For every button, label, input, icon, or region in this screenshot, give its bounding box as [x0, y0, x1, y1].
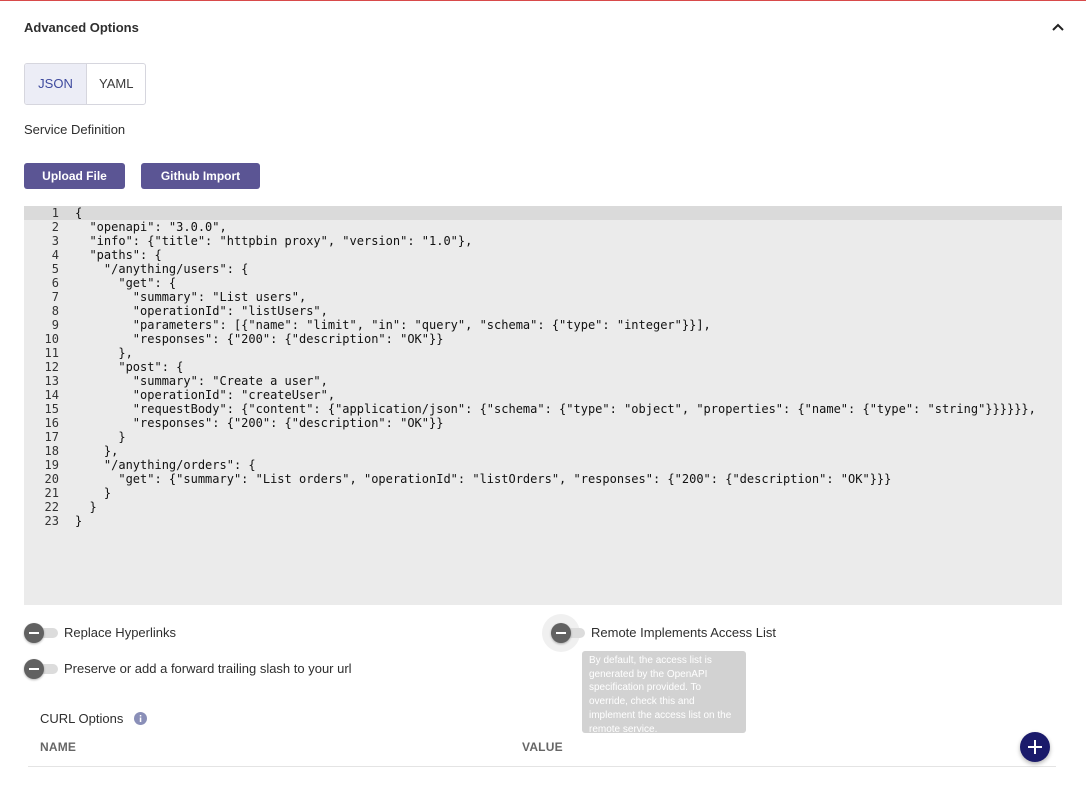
info-icon[interactable]: [134, 712, 147, 725]
line-number: 3: [51, 234, 59, 248]
code-line[interactable]: 23}: [24, 514, 1062, 528]
code-line[interactable]: 8 "operationId": "listUsers",: [24, 304, 1062, 318]
line-number: 5: [51, 262, 59, 276]
code-text: }: [75, 500, 97, 514]
tab-json[interactable]: JSON: [25, 64, 86, 104]
line-number: 17: [44, 430, 59, 444]
access-list-tooltip: By default, the access list is generated…: [582, 651, 746, 735]
code-text: }: [75, 486, 112, 500]
line-number: 19: [44, 458, 59, 472]
code-line[interactable]: 6 "get": {: [24, 276, 1062, 290]
section-title: Advanced Options: [24, 20, 139, 35]
column-header-name: NAME: [40, 740, 77, 754]
line-number: 6: [51, 276, 59, 290]
code-line[interactable]: 17 }: [24, 430, 1062, 444]
code-line[interactable]: 13 "summary": "Create a user",: [24, 374, 1062, 388]
code-text: "post": {: [75, 360, 184, 374]
code-line[interactable]: 15 "requestBody": {"content": {"applicat…: [24, 402, 1062, 416]
line-number: 7: [51, 290, 59, 304]
line-number: 14: [44, 388, 59, 402]
curl-options-label: CURL Options: [40, 711, 124, 726]
line-number: 9: [51, 318, 59, 332]
code-text: "info": {"title": "httpbin proxy", "vers…: [75, 234, 473, 248]
code-line[interactable]: 14 "operationId": "createUser",: [24, 388, 1062, 402]
format-toggle: JSON YAML: [24, 63, 146, 105]
code-text: },: [75, 444, 119, 458]
line-number: 12: [44, 360, 59, 374]
code-text: "openapi": "3.0.0",: [75, 220, 227, 234]
code-line[interactable]: 4 "paths": {: [24, 248, 1062, 262]
toggle-knob: [551, 623, 571, 643]
code-text: "get": {: [75, 276, 177, 290]
line-number: 16: [44, 416, 59, 430]
tab-yaml[interactable]: YAML: [86, 64, 145, 104]
code-text: },: [75, 346, 133, 360]
line-number: 1: [51, 206, 59, 220]
table-divider: [28, 766, 1056, 767]
code-text: "operationId": "createUser",: [75, 388, 336, 402]
code-line[interactable]: 22 }: [24, 500, 1062, 514]
github-import-button[interactable]: Github Import: [141, 163, 260, 189]
plus-icon: [1028, 740, 1042, 754]
replace-hyperlinks-label: Replace Hyperlinks: [64, 625, 176, 640]
code-text: "responses": {"200": {"description": "OK…: [75, 416, 444, 430]
remote-access-list-toggle[interactable]: [551, 623, 585, 643]
code-line[interactable]: 10 "responses": {"200": {"description": …: [24, 332, 1062, 346]
code-line[interactable]: 7 "summary": "List users",: [24, 290, 1062, 304]
code-line[interactable]: 9 "parameters": [{"name": "limit", "in":…: [24, 318, 1062, 332]
code-text: "/anything/orders": {: [75, 458, 256, 472]
code-text: "responses": {"200": {"description": "OK…: [75, 332, 444, 346]
chevron-up-icon[interactable]: [1050, 19, 1066, 35]
code-line[interactable]: 3 "info": {"title": "httpbin proxy", "ve…: [24, 234, 1062, 248]
code-text: "/anything/users": {: [75, 262, 249, 276]
remote-access-list-label: Remote Implements Access List: [591, 625, 776, 640]
code-editor[interactable]: 1{2 "openapi": "3.0.0", 3 "info": {"title…: [24, 206, 1062, 605]
line-number: 4: [51, 248, 59, 262]
add-curl-option-button[interactable]: [1020, 732, 1050, 762]
line-number: 21: [44, 486, 59, 500]
line-number: 20: [44, 472, 59, 486]
toggle-knob: [24, 659, 44, 679]
code-line[interactable]: 19 "/anything/orders": {: [24, 458, 1062, 472]
code-line[interactable]: 11 },: [24, 346, 1062, 360]
code-text: "parameters": [{"name": "limit", "in": "…: [75, 318, 711, 332]
upload-file-button[interactable]: Upload File: [24, 163, 125, 189]
code-text: }: [75, 430, 126, 444]
column-header-value: VALUE: [522, 740, 563, 754]
code-line[interactable]: 12 "post": {: [24, 360, 1062, 374]
code-text: {: [75, 206, 83, 220]
line-number: 18: [44, 444, 59, 458]
line-number: 22: [44, 500, 59, 514]
line-number: 13: [44, 374, 59, 388]
code-text: "get": {"summary": "List orders", "opera…: [75, 472, 892, 486]
code-line[interactable]: 21 }: [24, 486, 1062, 500]
line-number: 2: [51, 220, 59, 234]
code-text: "summary": "List users",: [75, 290, 307, 304]
line-number: 15: [44, 402, 59, 416]
trailing-slash-toggle[interactable]: [24, 659, 58, 679]
code-line[interactable]: 16 "responses": {"200": {"description": …: [24, 416, 1062, 430]
trailing-slash-label: Preserve or add a forward trailing slash…: [64, 661, 352, 676]
line-number: 11: [44, 346, 59, 360]
top-border: [0, 0, 1086, 1]
code-text: "requestBody": {"content": {"application…: [75, 402, 1036, 416]
service-definition-label: Service Definition: [24, 122, 126, 137]
code-text: "paths": {: [75, 248, 162, 262]
toggle-knob: [24, 623, 44, 643]
line-number: 23: [44, 514, 59, 528]
code-text: "summary": "Create a user",: [75, 374, 328, 388]
code-text: "operationId": "listUsers",: [75, 304, 328, 318]
line-number: 10: [44, 332, 59, 346]
replace-hyperlinks-toggle[interactable]: [24, 623, 58, 643]
code-line[interactable]: 18 },: [24, 444, 1062, 458]
code-line[interactable]: 20 "get": {"summary": "List orders", "op…: [24, 472, 1062, 486]
line-number: 8: [51, 304, 59, 318]
code-line[interactable]: 2 "openapi": "3.0.0",: [24, 220, 1062, 234]
code-text: }: [75, 514, 83, 528]
code-line[interactable]: 1{: [24, 206, 1062, 220]
code-line[interactable]: 5 "/anything/users": {: [24, 262, 1062, 276]
